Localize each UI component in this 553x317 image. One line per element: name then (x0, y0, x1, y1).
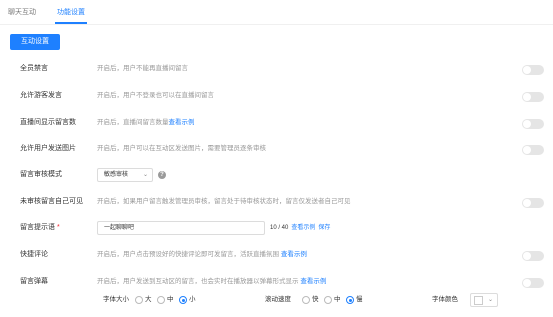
font-size-small-radio[interactable] (179, 296, 187, 304)
setting-row-mute-all: 全员禁言 开启后，用户不能再直播间留言 (0, 62, 553, 76)
view-example-link[interactable]: 查看示例 (300, 278, 326, 285)
setting-label: 留言审核模式 (20, 171, 62, 178)
select-value: 敏感审核 (104, 172, 129, 178)
speed-slow-radio[interactable] (346, 296, 354, 304)
setting-label: 留言提示语 * (20, 221, 60, 235)
radio-label: 小 (189, 296, 196, 303)
input-value: 一起聊聊吧 (104, 225, 135, 231)
setting-label: 未审核留言自己可见 (20, 198, 83, 205)
setting-label: 快捷评论 (20, 251, 48, 258)
save-link[interactable]: 保存 (318, 225, 330, 231)
required-mark: * (56, 224, 60, 231)
setting-row-show-comment-count: 直播间显示留言数 开启后，直播间留言数量查看示例 (0, 116, 553, 130)
font-color-picker[interactable]: ⌄ (470, 293, 498, 307)
setting-row-unreviewed-self-visible: 未审核留言自己可见 开启后，如果用户留言触发管理员审核，留言处于待审核状态时，留… (0, 195, 553, 209)
speed-fast-radio[interactable] (302, 296, 310, 304)
setting-description: 开启后，用户发送到互动区的留言，也会实时在播放器以弹幕形式显示 查看示例 (97, 275, 326, 289)
counter-text: 10 / 40 (270, 225, 289, 231)
view-example-link[interactable]: 查看示例 (291, 225, 315, 231)
tab-chat-interaction[interactable]: 聊天互动 (8, 8, 36, 17)
scroll-speed-label: 滚动速度 (265, 296, 291, 303)
show-comment-count-toggle[interactable] (522, 119, 544, 129)
description-text: 开启后，用户点击预设好的快捷评论即可发留言，活跃直播氛围 (97, 251, 279, 258)
radio-label: 中 (334, 296, 341, 303)
setting-row-allow-images: 允许用户发送图片 开启后，用户可以在互动区发送图片，需要管理员逐条审核 (0, 142, 553, 156)
help-icon[interactable]: ? (158, 171, 166, 179)
setting-label: 直播间显示留言数 (20, 119, 76, 126)
label-text: 留言提示语 (20, 224, 55, 231)
font-size-large-radio[interactable] (135, 296, 143, 304)
font-size-label: 字体大小 (103, 296, 129, 303)
view-example-link[interactable]: 查看示例 (169, 119, 195, 126)
setting-row-danmaku: 留言弹幕 开启后，用户发送到互动区的留言，也会实时在播放器以弹幕形式显示 查看示… (0, 275, 553, 289)
setting-description: 开启后，如果用户留言触发管理员审核，留言处于待审核状态时，留言仅发送者自己可见 (97, 198, 351, 205)
setting-label: 全员禁言 (20, 65, 48, 72)
danmaku-toggle[interactable] (522, 278, 544, 288)
radio-label: 慢 (356, 296, 363, 303)
speed-medium-radio[interactable] (324, 296, 332, 304)
description-text: 开启后，用户发送到互动区的留言，也会实时在播放器以弹幕形式显示 (97, 278, 299, 285)
setting-row-comment-hint: 留言提示语 * 一起聊聊吧 10 / 40 查看示例 保存 (0, 221, 553, 235)
setting-label: 留言弹幕 (20, 278, 48, 285)
setting-description: 开启后，用户点击预设好的快捷评论即可发留言，活跃直播氛围 查看示例 (97, 248, 307, 262)
guest-chat-toggle[interactable] (522, 92, 544, 102)
tab-feature-settings[interactable]: 功能设置 (57, 8, 85, 17)
setting-description: 开启后，直播间留言数量查看示例 (97, 116, 195, 130)
interaction-settings-button[interactable]: 互动设置 (10, 34, 60, 50)
font-color-label: 字体颜色 (432, 296, 458, 303)
chevron-down-icon: ⌄ (142, 172, 148, 178)
setting-description: 开启后，用户不登录也可以在直播间留言 (97, 92, 214, 99)
allow-images-toggle[interactable] (522, 145, 544, 155)
view-example-link[interactable]: 查看示例 (281, 251, 307, 258)
setting-row-quick-comments: 快捷评论 开启后，用户点击预设好的快捷评论即可发留言，活跃直播氛围 查看示例 (0, 248, 553, 262)
color-swatch (474, 296, 483, 305)
setting-description: 开启后，用户不能再直播间留言 (97, 65, 188, 72)
setting-description: 开启后，用户可以在互动区发送图片，需要管理员逐条审核 (97, 145, 266, 152)
description-text: 开启后，直播间留言数量 (97, 119, 169, 126)
quick-comments-toggle[interactable] (522, 251, 544, 261)
comment-hint-input[interactable]: 一起聊聊吧 (97, 221, 265, 235)
setting-label: 允许游客发言 (20, 92, 62, 99)
setting-label: 允许用户发送图片 (20, 145, 76, 152)
char-counter: 10 / 40 查看示例 保存 (270, 221, 330, 235)
danmaku-options: 字体大小 大 中 小 滚动速度 快 中 慢 字体颜色 ⌄ (0, 293, 553, 307)
tab-divider (0, 24, 553, 25)
font-size-medium-radio[interactable] (157, 296, 165, 304)
tab-bar: 聊天互动 功能设置 (0, 0, 553, 26)
mute-all-toggle[interactable] (522, 65, 544, 75)
chevron-down-icon: ⌄ (488, 297, 494, 303)
unreviewed-self-visible-toggle[interactable] (522, 198, 544, 208)
setting-row-guest-chat: 允许游客发言 开启后，用户不登录也可以在直播间留言 (0, 89, 553, 103)
radio-label: 快 (312, 296, 319, 303)
radio-label: 大 (145, 296, 152, 303)
setting-row-review-mode: 留言审核模式 敏感审核 ⌄ ? (0, 168, 553, 182)
radio-label: 中 (167, 296, 174, 303)
review-mode-select[interactable]: 敏感审核 ⌄ (97, 168, 153, 182)
